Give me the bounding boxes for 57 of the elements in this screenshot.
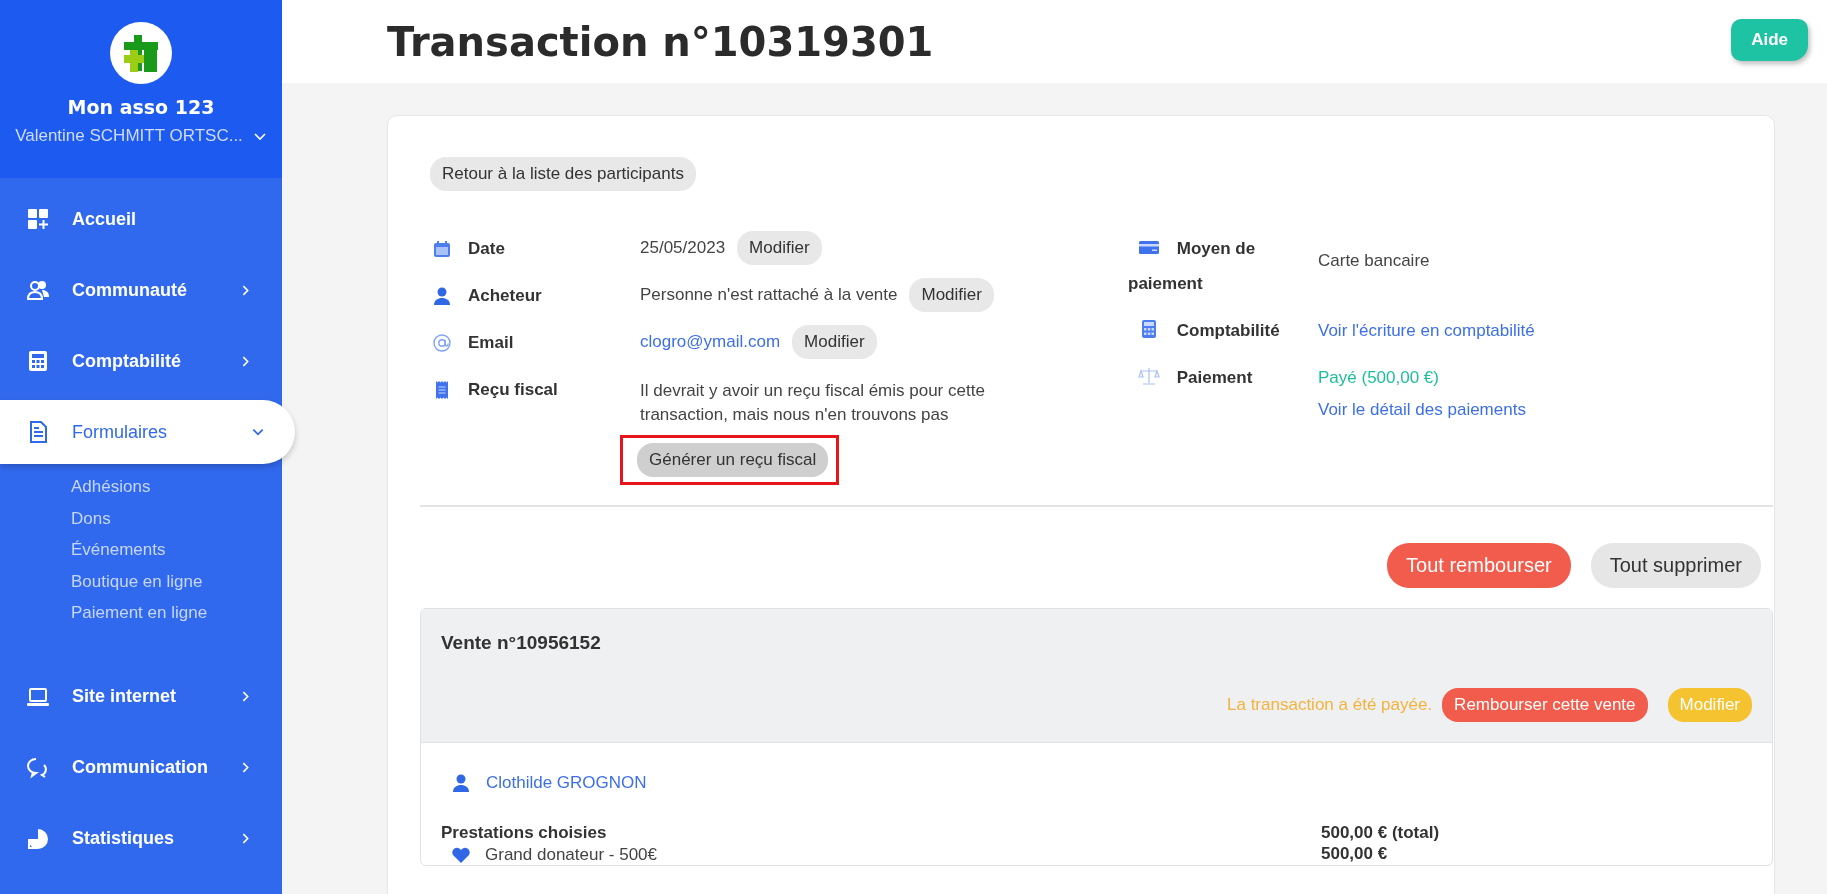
submenu-item[interactable]: Adhésions [71, 471, 282, 503]
generate-receipt-button[interactable]: Générer un reçu fiscal [637, 443, 829, 477]
field-label: Acheteur [468, 286, 542, 306]
submenu-item[interactable]: Boutique en ligne [71, 565, 282, 597]
menu-item[interactable]: Accueil [0, 187, 282, 251]
sale-title: Vente n°10956152 [441, 632, 602, 654]
field-value: Personne n'est rattaché à la vente [640, 285, 898, 305]
menu-item[interactable]: Communication [0, 735, 282, 800]
amount: 500,00 € (total) [1321, 823, 1440, 843]
person-icon [432, 286, 452, 306]
menu-item[interactable]: Statistiques [0, 806, 282, 871]
field-label: Email [468, 333, 514, 353]
at-sign-icon [432, 333, 452, 353]
person-icon [451, 773, 471, 793]
menu-item[interactable]: Formulaires [0, 400, 295, 464]
email-link[interactable]: clogro@ymail.com [640, 332, 781, 352]
heart-icon [451, 846, 471, 864]
menu-item[interactable]: Communauté [0, 258, 282, 322]
field-label: Reçu fiscal [468, 380, 558, 400]
edit-button[interactable]: Modifier [737, 231, 822, 265]
user-name[interactable]: Valentine SCHMITT ORTSC... [15, 126, 243, 146]
sale-status: La transaction a été payée. [1227, 695, 1433, 715]
field-label: Date [468, 239, 505, 259]
logo-icon [110, 22, 172, 84]
edit-button[interactable]: Modifier [792, 325, 877, 359]
delete-all-button[interactable]: Tout supprimer [1590, 543, 1761, 588]
users-icon [26, 278, 50, 302]
calendar-icon [432, 239, 452, 259]
refund-sale-button[interactable]: Rembourser cette vente [1442, 688, 1648, 722]
submenu-item[interactable]: Paiement en ligne [71, 597, 282, 629]
field-label: Comptabilité [1128, 313, 1306, 348]
back-button[interactable]: Retour à la liste des participants [430, 157, 696, 191]
section-title: Prestations choisies [441, 823, 608, 843]
field-value: Carte bancaire [1318, 251, 1430, 271]
field-label: Paiement [1128, 360, 1306, 395]
item-label: Grand donateur - 500€ [485, 845, 657, 865]
participant-link[interactable]: Clothilde GROGNON [486, 773, 647, 793]
submenu-item[interactable]: Événements [71, 534, 282, 566]
page-title: Transaction n°10319301 [387, 18, 934, 65]
submenu-item[interactable]: Dons [71, 502, 282, 534]
edit-button[interactable]: Modifier [909, 278, 994, 312]
amount: 500,00 € [1321, 844, 1389, 864]
pie-chart-icon [26, 826, 50, 851]
chat-icon [26, 755, 50, 780]
field-value: Il devrait y avoir un reçu fiscal émis pour cette transaction, mais nous n'en trouvons pas [640, 380, 986, 426]
menu-item[interactable]: Site internet [0, 664, 282, 729]
organization-name: Mon asso 123 [67, 96, 215, 118]
field-label: Moyen de paiement [1128, 236, 1257, 295]
scale-icon [1138, 366, 1160, 386]
menu-item[interactable]: Comptabilité [0, 329, 282, 393]
detail-link[interactable]: Voir l'écriture en comptabilité [1318, 321, 1535, 341]
refund-all-button[interactable]: Tout rembourser [1387, 543, 1571, 588]
payment-status: Payé (500,00 €) [1318, 368, 1440, 388]
field-value: 25/05/2023 [640, 238, 726, 258]
dashboard-icon [26, 207, 50, 231]
detail-link[interactable]: Voir le détail des paiements [1318, 400, 1526, 420]
calculator-icon [26, 349, 50, 373]
